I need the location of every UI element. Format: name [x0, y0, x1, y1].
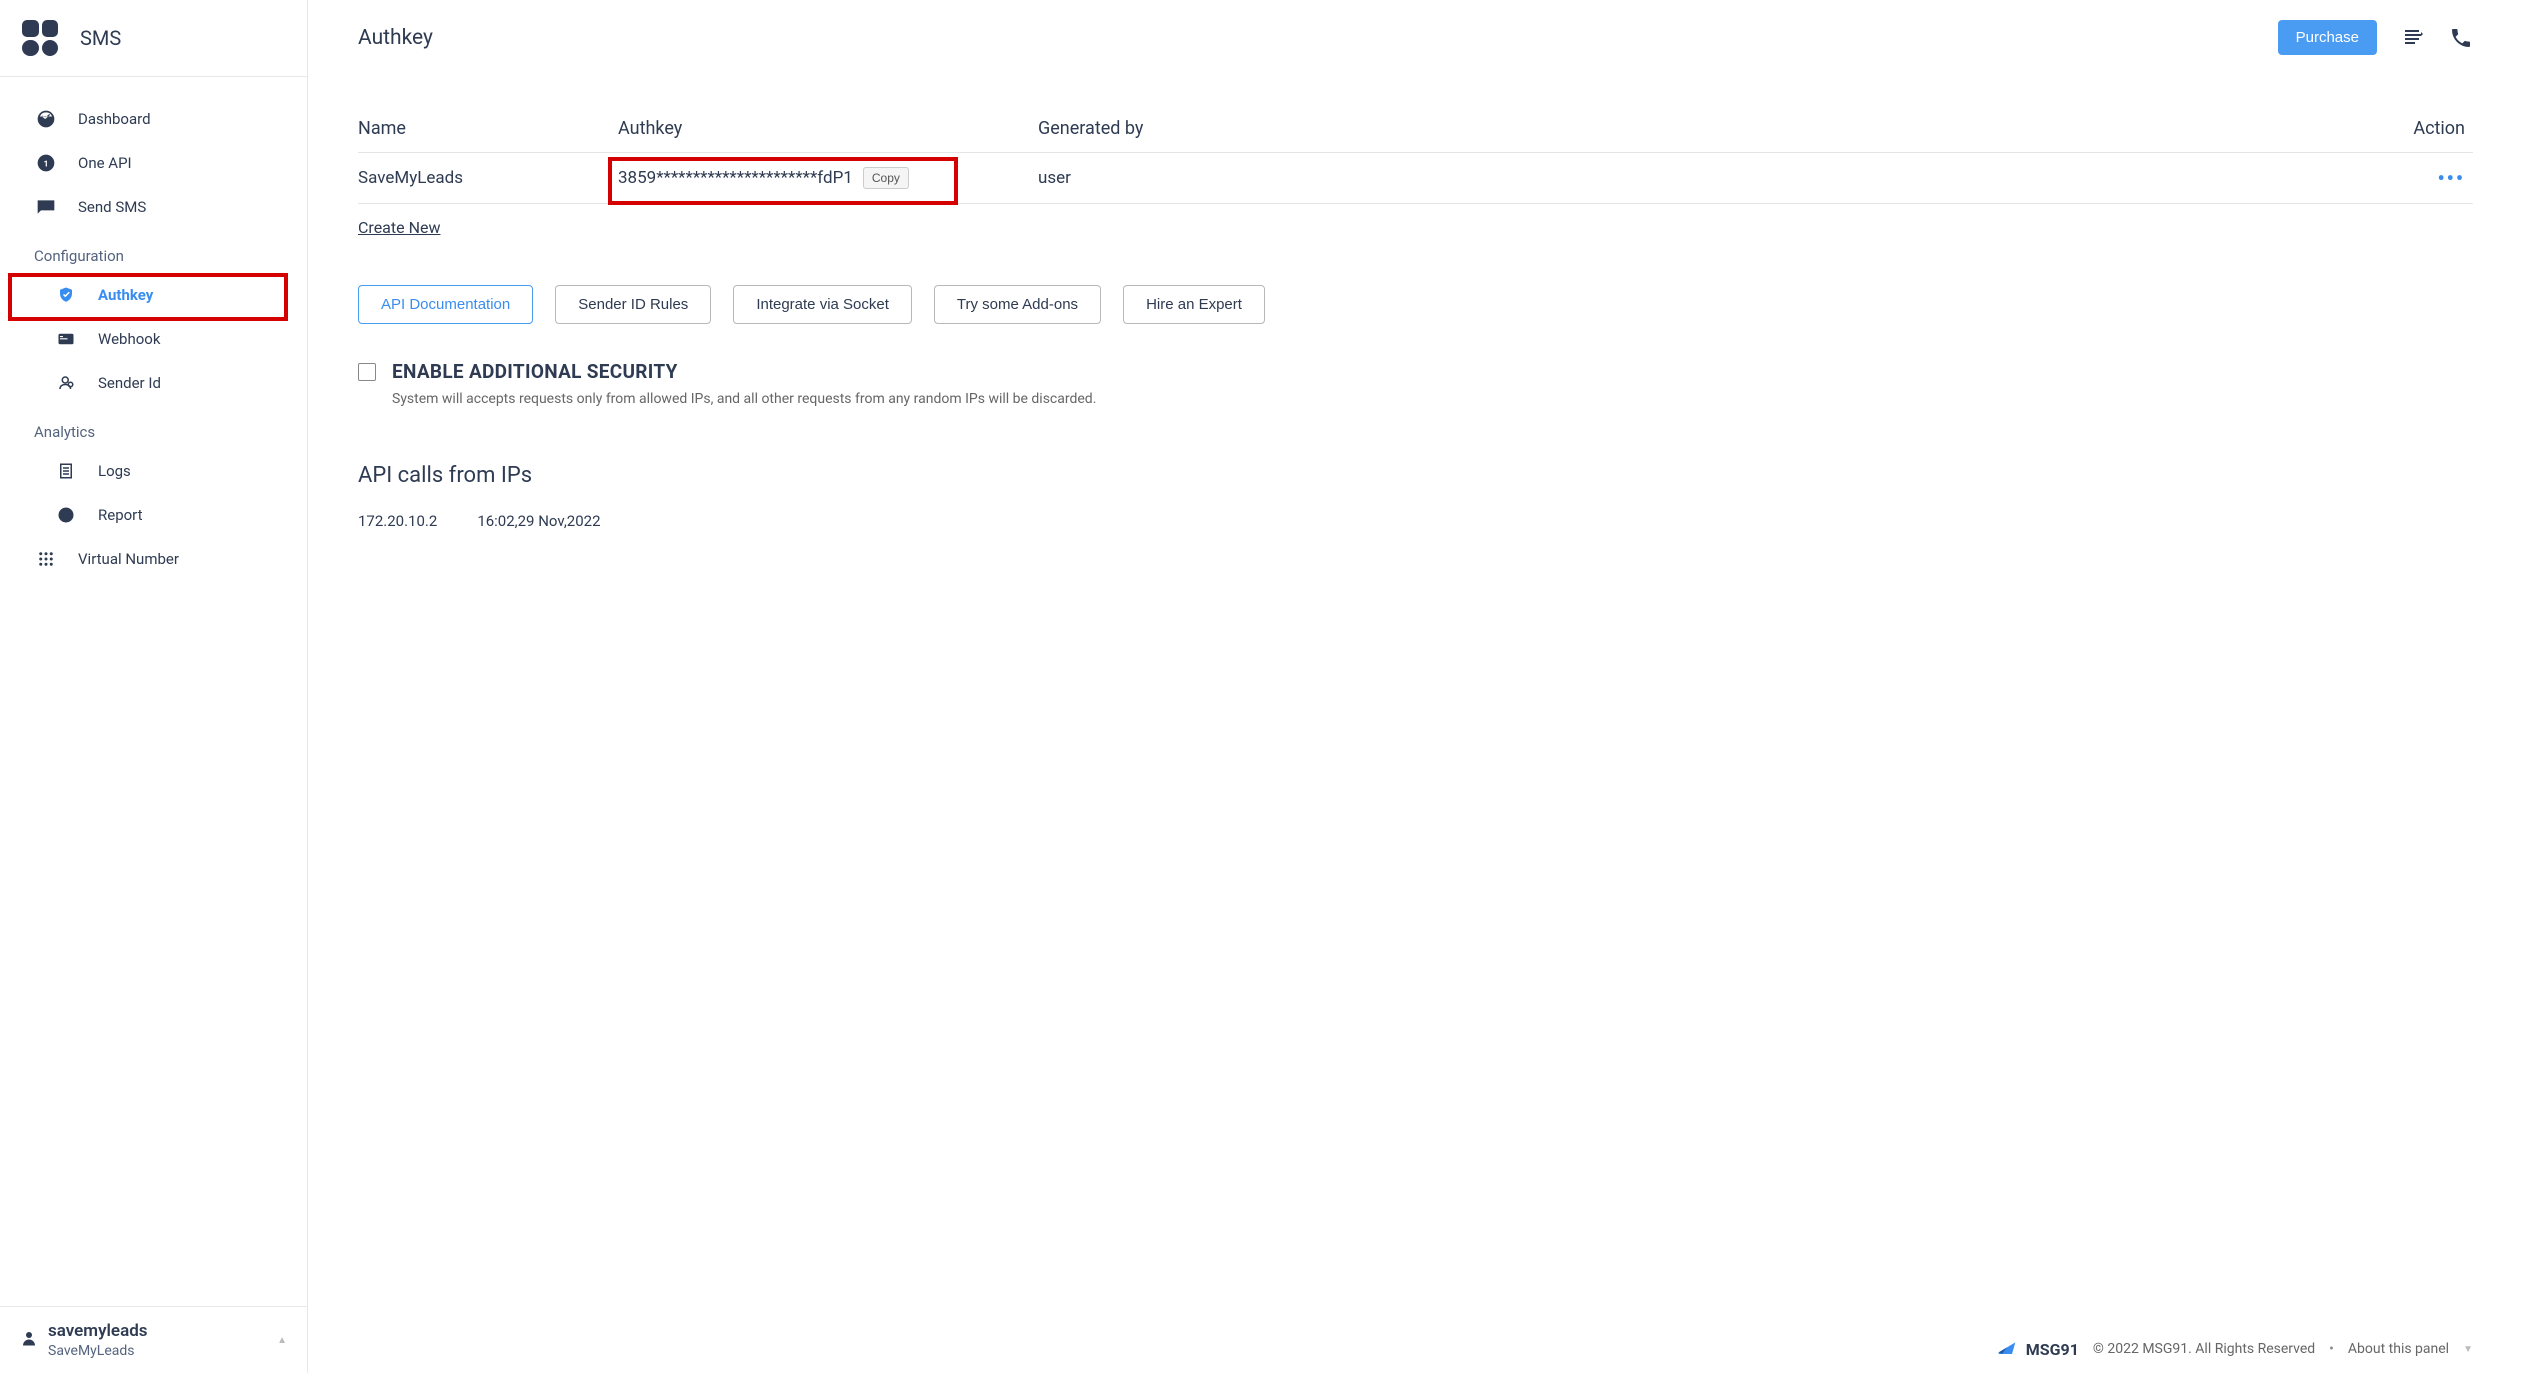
sidebar-item-dashboard[interactable]: Dashboard	[0, 97, 307, 141]
sidebar-item-report[interactable]: Report	[0, 493, 307, 537]
try-addons-button[interactable]: Try some Add-ons	[934, 285, 1101, 324]
ip-time: 16:02,29 Nov,2022	[477, 512, 600, 530]
svg-text:1: 1	[44, 159, 49, 169]
authkey-icon	[56, 285, 76, 305]
sidebar-item-label: Webhook	[98, 330, 160, 348]
ip-log-row: 172.20.10.2 16:02,29 Nov,2022	[358, 512, 2473, 530]
brand-logo-icon	[1994, 1339, 2020, 1359]
sidebar-item-label: Dashboard	[78, 110, 151, 128]
row-actions-menu[interactable]: •••	[2437, 166, 2465, 190]
sidebar: SMS Dashboard 1 One API Send SMS	[0, 0, 308, 1373]
table-row: SaveMyLeads 3859**********************fd…	[358, 153, 2473, 204]
footer-copyright: © 2022 MSG91. All Rights Reserved	[2093, 1341, 2315, 1357]
sidebar-item-logs[interactable]: Logs	[0, 449, 307, 493]
sidebar-item-one-api[interactable]: 1 One API	[0, 141, 307, 185]
sidebar-user-panel[interactable]: savemyleads SaveMyLeads ▲	[0, 1306, 307, 1373]
phone-icon[interactable]	[2449, 26, 2473, 50]
purchase-button[interactable]: Purchase	[2278, 20, 2377, 55]
caret-up-icon: ▲	[277, 1335, 287, 1346]
sidebar-item-label: Virtual Number	[78, 550, 179, 568]
security-title: ENABLE ADDITIONAL SECURITY	[392, 360, 1096, 383]
copy-button[interactable]: Copy	[863, 167, 909, 189]
sidebar-item-send-sms[interactable]: Send SMS	[0, 185, 307, 229]
api-calls-heading: API calls from IPs	[358, 463, 2473, 488]
caret-down-icon: ▼	[2463, 1344, 2473, 1355]
footer-about-link[interactable]: About this panel	[2348, 1341, 2449, 1357]
hire-expert-button[interactable]: Hire an Expert	[1123, 285, 1265, 324]
integrate-socket-button[interactable]: Integrate via Socket	[733, 285, 912, 324]
th-generated-by: Generated by	[1038, 118, 1328, 139]
api-documentation-button[interactable]: API Documentation	[358, 285, 533, 324]
enable-security-checkbox[interactable]	[358, 363, 376, 381]
sidebar-item-label: Send SMS	[78, 198, 146, 216]
security-description: System will accepts requests only from a…	[392, 391, 1096, 407]
nav-heading-analytics: Analytics	[0, 405, 307, 449]
nav-heading-configuration: Configuration	[0, 229, 307, 273]
main-content: Authkey Purchase Name Authkey Generated …	[308, 0, 2523, 1373]
sidebar-item-authkey[interactable]: Authkey	[0, 273, 307, 317]
user-name: savemyleads	[48, 1321, 148, 1341]
virtual-number-icon	[36, 549, 56, 569]
sidebar-item-label: Authkey	[98, 286, 153, 304]
sender-id-icon	[56, 373, 76, 393]
footer: MSG91 © 2022 MSG91. All Rights Reserved …	[308, 1325, 2523, 1373]
ip-address: 172.20.10.2	[358, 512, 437, 530]
user-sub: SaveMyLeads	[48, 1343, 148, 1359]
cell-authkey: 3859**********************fdP1	[618, 168, 853, 188]
sender-id-rules-button[interactable]: Sender ID Rules	[555, 285, 711, 324]
header: Authkey Purchase	[308, 0, 2523, 75]
webhook-icon	[56, 329, 76, 349]
sidebar-header: SMS	[0, 0, 307, 77]
sidebar-item-sender-id[interactable]: Sender Id	[0, 361, 307, 405]
cell-name: SaveMyLeads	[358, 168, 618, 188]
th-name: Name	[358, 118, 618, 139]
sidebar-item-label: Sender Id	[98, 374, 161, 392]
app-title: SMS	[80, 26, 121, 50]
send-sms-icon	[36, 197, 56, 217]
report-icon	[56, 505, 76, 525]
footer-brand: MSG91	[1994, 1339, 2079, 1359]
th-action: Action	[1328, 118, 2473, 139]
user-icon	[20, 1329, 38, 1352]
one-api-icon: 1	[36, 153, 56, 173]
sidebar-item-webhook[interactable]: Webhook	[0, 317, 307, 361]
sidebar-item-label: One API	[78, 154, 132, 172]
page-title: Authkey	[358, 26, 433, 50]
dashboard-icon	[36, 109, 56, 129]
table-header: Name Authkey Generated by Action	[358, 105, 2473, 153]
create-new-link[interactable]: Create New	[358, 218, 440, 237]
sidebar-item-virtual-number[interactable]: Virtual Number	[0, 537, 307, 581]
cell-generated-by: user	[1038, 168, 1328, 188]
app-logo-icon	[22, 20, 58, 56]
sidebar-item-label: Logs	[98, 462, 131, 480]
notes-icon[interactable]	[2401, 26, 2425, 50]
th-authkey: Authkey	[618, 118, 1038, 139]
authkey-table: Name Authkey Generated by Action SaveMyL…	[358, 105, 2473, 204]
logs-icon	[56, 461, 76, 481]
sidebar-item-label: Report	[98, 506, 143, 524]
